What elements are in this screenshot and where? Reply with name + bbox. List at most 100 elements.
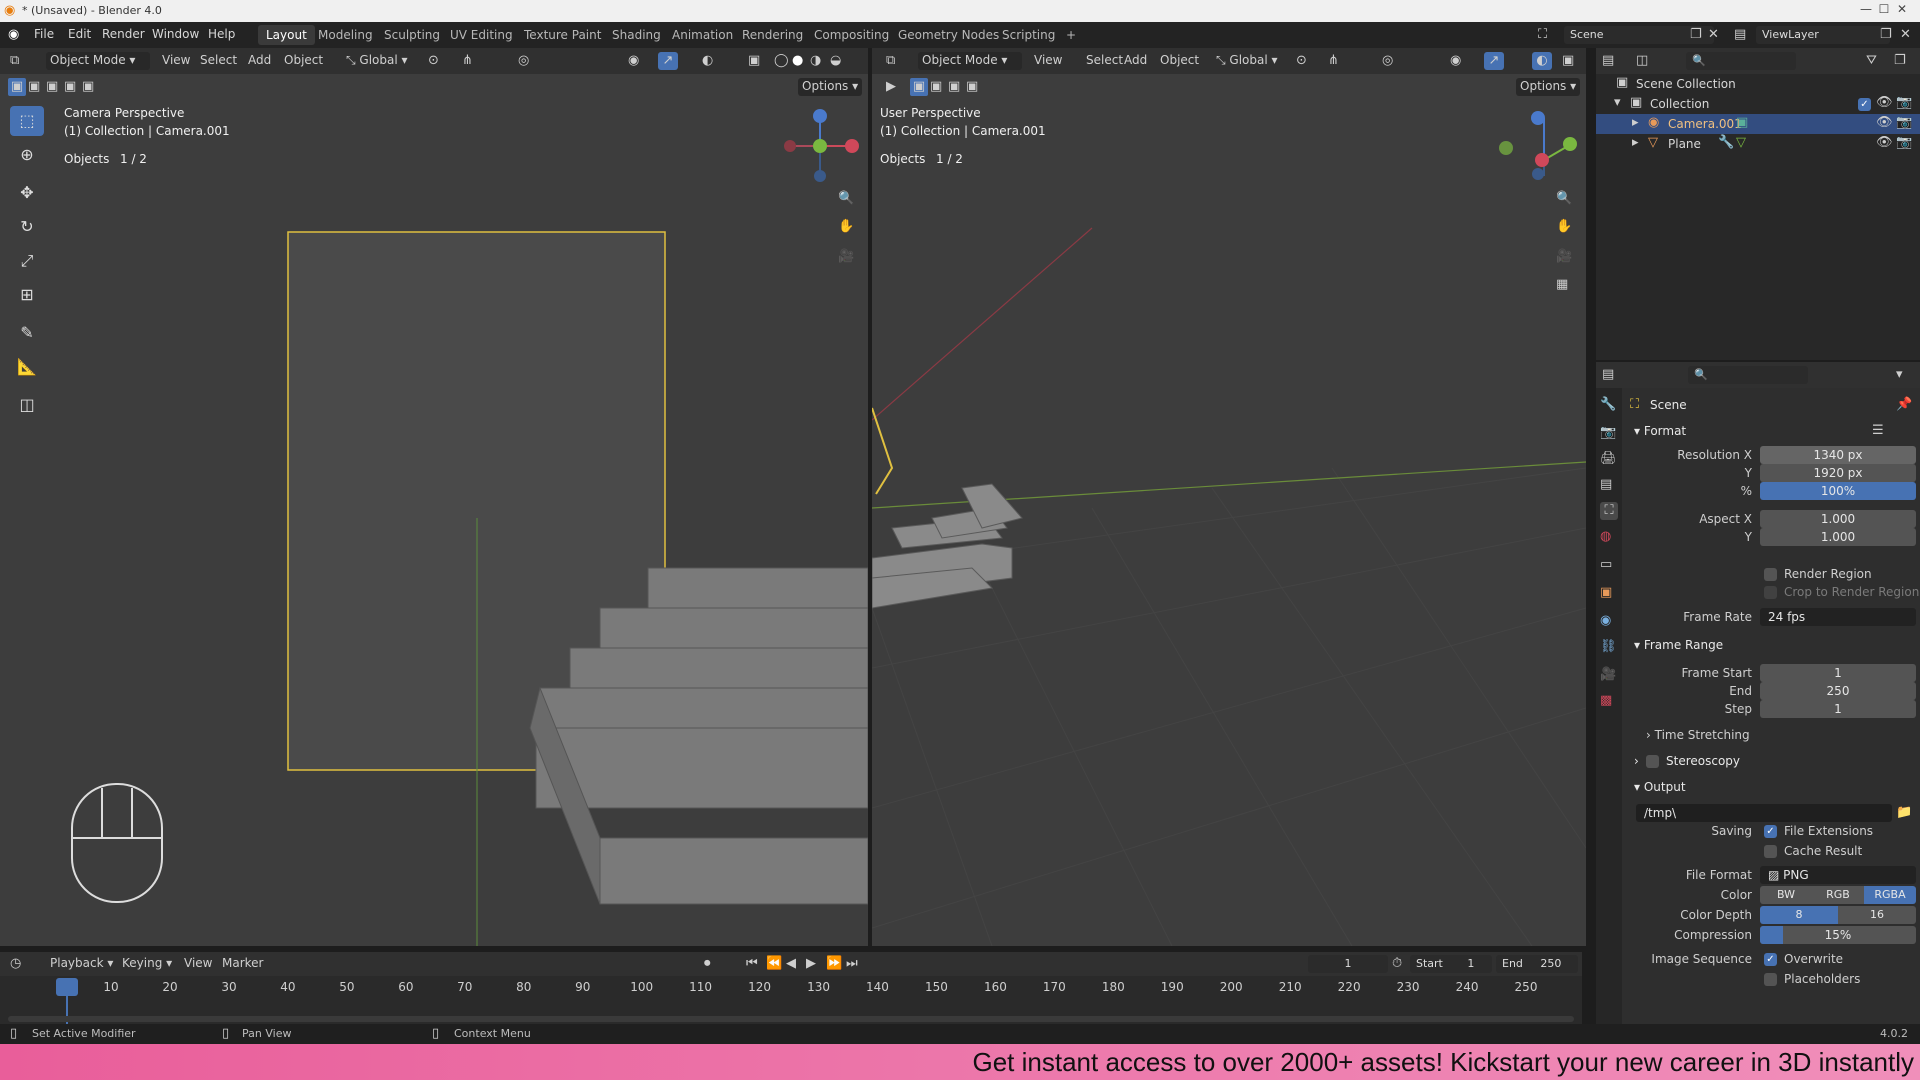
world-tab-icon[interactable]: ◍ <box>1600 528 1611 546</box>
collection-include-checkbox[interactable]: ✓ <box>1858 98 1871 111</box>
editor-type-icon[interactable]: ▤ <box>1602 52 1614 70</box>
tab-compositing[interactable]: Compositing <box>806 25 897 45</box>
frame-step-field[interactable]: 1 <box>1760 700 1916 718</box>
expand-icon[interactable]: ▸ <box>1632 134 1639 152</box>
render-camera-icon[interactable]: 📷 <box>1896 94 1912 112</box>
viewport-camera[interactable]: ⧉ Object Mode ▾ View Select Add Object ⤡… <box>0 48 868 946</box>
output-path-input[interactable]: /tmp\ <box>1636 804 1892 822</box>
tab-scripting[interactable]: Scripting <box>994 25 1063 45</box>
tab-layout[interactable]: Layout <box>258 25 315 45</box>
view-layer-new-icon[interactable]: ❐ <box>1880 26 1892 44</box>
color-rgba-option[interactable]: RGBA <box>1864 886 1916 904</box>
camera-view-icon[interactable]: 🎥 <box>838 248 854 266</box>
stereoscopy-checkbox[interactable] <box>1646 755 1659 768</box>
pan-hand-icon[interactable]: ✋ <box>1556 218 1572 236</box>
resolution-x-field[interactable]: 1340 px <box>1760 446 1916 464</box>
format-panel-header[interactable]: ▾ Format <box>1634 424 1686 438</box>
output-panel-header[interactable]: ▾ Output <box>1634 780 1686 794</box>
scene-tab-icon[interactable]: ⛶ <box>1600 502 1618 520</box>
properties-options-icon[interactable]: ▾ <box>1896 366 1903 384</box>
frame-range-panel-header[interactable]: ▾ Frame Range <box>1634 638 1723 652</box>
tab-texture-paint[interactable]: Texture Paint <box>516 25 609 45</box>
view-layer-selector[interactable]: ViewLayer <box>1756 26 1890 44</box>
viewport-user[interactable]: ⧉ Object Mode ▾ View Select Add Object ⤡… <box>872 48 1586 946</box>
tab-modeling[interactable]: Modeling <box>310 25 381 45</box>
add-workspace-button[interactable]: + <box>1058 25 1084 45</box>
timeline-ruler[interactable]: 1102030405060708090100110120130140150160… <box>0 952 1582 1008</box>
menu-help[interactable]: Help <box>208 27 235 41</box>
outliner-collection[interactable]: ▾ ▣ Collection ✓ 👁 📷 <box>1596 94 1920 114</box>
file-extensions-checkbox[interactable]: ✓ <box>1764 825 1777 838</box>
display-mode-icon[interactable]: ◫ <box>1636 52 1648 70</box>
file-format-dropdown[interactable]: ▨ PNG <box>1760 866 1916 884</box>
outliner-item-camera[interactable]: ▸ ◉ Camera.001 ▣ 👁 📷 <box>1596 114 1920 134</box>
tab-rendering[interactable]: Rendering <box>734 25 811 45</box>
color-depth-8-option[interactable]: 8 <box>1760 906 1838 924</box>
properties-search-input[interactable]: 🔍 <box>1688 366 1808 384</box>
menu-window[interactable]: Window <box>152 27 199 41</box>
render-camera-icon[interactable]: 📷 <box>1896 134 1912 152</box>
aspect-y-field[interactable]: 1.000 <box>1760 528 1916 546</box>
placeholders-checkbox[interactable] <box>1764 973 1777 986</box>
scene-new-icon[interactable]: ❐ <box>1690 26 1702 44</box>
outliner-search-input[interactable]: 🔍 <box>1686 52 1796 70</box>
pin-icon[interactable]: 📌 <box>1896 396 1912 414</box>
resolution-percent-field[interactable]: 100% <box>1760 482 1916 500</box>
render-tab-icon[interactable]: 📷 <box>1600 424 1616 442</box>
output-tab-icon[interactable]: 🖨 <box>1600 450 1617 468</box>
folder-icon[interactable]: 📁 <box>1896 804 1912 822</box>
frame-end-field[interactable]: 250 <box>1760 682 1916 700</box>
texture-tab-icon[interactable]: ▩ <box>1600 692 1612 710</box>
stereoscopy-panel-header[interactable]: › <box>1634 754 1639 768</box>
tab-uv-editing[interactable]: UV Editing <box>442 25 521 45</box>
tab-animation[interactable]: Animation <box>664 25 741 45</box>
presets-icon[interactable]: ☰ <box>1872 422 1884 440</box>
eye-icon[interactable]: 👁 <box>1876 114 1893 132</box>
overwrite-checkbox[interactable]: ✓ <box>1764 953 1777 966</box>
render-region-checkbox[interactable] <box>1764 568 1777 581</box>
compression-slider[interactable]: 15% <box>1760 926 1916 944</box>
scene-delete-icon[interactable]: ✕ <box>1708 26 1719 44</box>
ortho-grid-icon[interactable]: ▦ <box>1556 276 1568 294</box>
new-collection-icon[interactable]: ❐ <box>1894 52 1906 70</box>
view-layer-tab-icon[interactable]: ▤ <box>1600 476 1612 494</box>
close-button[interactable]: ✕ <box>1884 2 1920 20</box>
physics-tab-icon[interactable]: ◉ <box>1600 612 1611 630</box>
tab-sculpting[interactable]: Sculpting <box>376 25 448 45</box>
menu-render[interactable]: Render <box>102 27 145 41</box>
resolution-y-field[interactable]: 1920 px <box>1760 464 1916 482</box>
color-rgb-option[interactable]: RGB <box>1812 886 1864 904</box>
view-layer-delete-icon[interactable]: ✕ <box>1900 26 1911 44</box>
zoom-icon[interactable]: 🔍 <box>838 190 854 208</box>
pan-hand-icon[interactable]: ✋ <box>838 218 854 236</box>
menu-edit[interactable]: Edit <box>68 27 91 41</box>
tab-shading[interactable]: Shading <box>604 25 669 45</box>
expand-icon[interactable]: ▸ <box>1632 114 1639 132</box>
tool-tab-icon[interactable]: 🔧 <box>1600 396 1616 414</box>
playhead[interactable] <box>56 978 78 996</box>
constraints-tab-icon[interactable]: ⛓ <box>1600 638 1617 656</box>
editor-type-icon[interactable]: ▤ <box>1602 366 1614 384</box>
collection-tab-icon[interactable]: ▭ <box>1600 556 1612 574</box>
timeline-scrollbar[interactable] <box>8 1016 1574 1022</box>
aspect-x-field[interactable]: 1.000 <box>1760 510 1916 528</box>
color-depth-16-option[interactable]: 16 <box>1838 906 1916 924</box>
expand-collection-icon[interactable]: ▾ <box>1614 94 1621 112</box>
filter-icon[interactable]: ⛛ <box>1866 52 1877 70</box>
blender-menu-icon[interactable]: ◉ <box>8 26 19 44</box>
frame-start-field[interactable]: 1 <box>1760 664 1916 682</box>
frame-rate-dropdown[interactable]: 24 fps <box>1760 608 1916 626</box>
tab-geometry-nodes[interactable]: Geometry Nodes <box>890 25 1007 45</box>
render-camera-icon[interactable]: 📷 <box>1896 114 1912 132</box>
eye-icon[interactable]: 👁 <box>1876 134 1893 152</box>
cache-result-checkbox[interactable] <box>1764 845 1777 858</box>
menu-file[interactable]: File <box>34 27 54 41</box>
zoom-icon[interactable]: 🔍 <box>1556 190 1572 208</box>
promo-banner[interactable]: Get instant access to over 2000+ assets!… <box>0 1044 1920 1080</box>
color-bw-option[interactable]: BW <box>1760 886 1812 904</box>
crop-region-checkbox[interactable] <box>1764 586 1777 599</box>
data-tab-icon[interactable]: 🎥 <box>1600 666 1616 684</box>
object-tab-icon[interactable]: ▣ <box>1600 584 1612 602</box>
outliner-scene-collection[interactable]: ▣ Scene Collection <box>1596 74 1920 94</box>
eye-icon[interactable]: 👁 <box>1876 94 1893 112</box>
